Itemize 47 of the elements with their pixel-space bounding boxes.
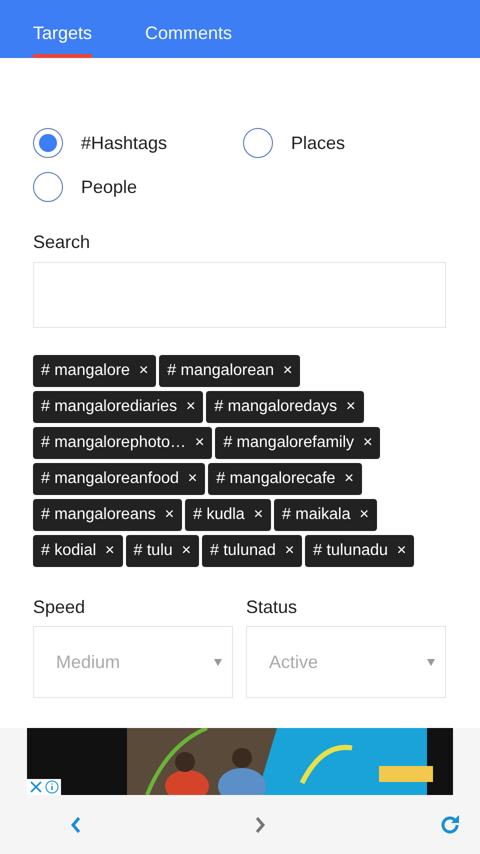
hashtag-text: # mangalorephoto… — [41, 434, 186, 452]
remove-button[interactable]: × — [283, 362, 292, 380]
search-label: Search — [33, 232, 92, 253]
remove-button[interactable]: × — [396, 542, 406, 560]
tab[interactable]: Targets — [33, 16, 92, 58]
remove-button[interactable]: × — [164, 506, 174, 524]
select-label: Status — [246, 597, 298, 618]
hashtag-text: # maikala — [282, 506, 351, 524]
remove-button[interactable]: × — [105, 542, 114, 560]
hashtag-text: # tulunadu — [313, 542, 388, 560]
remove-button[interactable]: × — [346, 398, 356, 416]
info-icon[interactable] — [45, 780, 59, 794]
radio-label: People — [81, 176, 138, 198]
radio-button[interactable] — [243, 128, 273, 158]
back-button[interactable] — [70, 816, 82, 834]
hashtag-text: # tulu — [134, 542, 173, 560]
radio-label: #Hashtags — [81, 132, 168, 154]
hashtag-text: # mangaloreans — [41, 506, 156, 524]
remove-button[interactable]: × — [138, 362, 148, 380]
dropdown-arrow-icon — [427, 658, 435, 666]
remove-button[interactable]: × — [194, 434, 204, 452]
remove-button[interactable]: × — [186, 398, 196, 416]
remove-button[interactable]: × — [344, 470, 354, 488]
hashtag-text: # mangalorediaries — [41, 398, 178, 416]
search-field[interactable] — [33, 262, 446, 328]
remove-button[interactable]: × — [188, 470, 198, 488]
hashtag-text: # kudla — [193, 506, 245, 524]
hashtag-text: # tulunad — [210, 542, 276, 560]
remove-button[interactable]: × — [254, 506, 264, 524]
hashtag-text: # mangalore — [41, 362, 130, 380]
close-icon[interactable] — [29, 780, 43, 794]
tab[interactable]: Comments — [145, 16, 232, 58]
hashtag-text: # mangalorefamily — [223, 434, 354, 452]
select-label: Speed — [33, 597, 86, 618]
remove-button[interactable]: × — [182, 542, 191, 560]
hashtag-text: # mangalorecafe — [216, 470, 336, 488]
dropdown-arrow-icon — [214, 658, 222, 666]
hashtag-text: # mangalorean — [167, 362, 274, 380]
remove-button[interactable]: × — [363, 434, 372, 452]
remove-button[interactable]: × — [284, 542, 294, 560]
radio-button[interactable] — [33, 128, 63, 158]
hashtag-text: # mangaloredays — [214, 398, 338, 416]
radio-button[interactable] — [33, 172, 63, 202]
radio-label: Places — [291, 132, 346, 154]
hashtag-text: # kodial — [41, 542, 96, 560]
hashtag-text: # mangaloreanfood — [41, 470, 179, 488]
remove-button[interactable]: × — [360, 506, 369, 524]
